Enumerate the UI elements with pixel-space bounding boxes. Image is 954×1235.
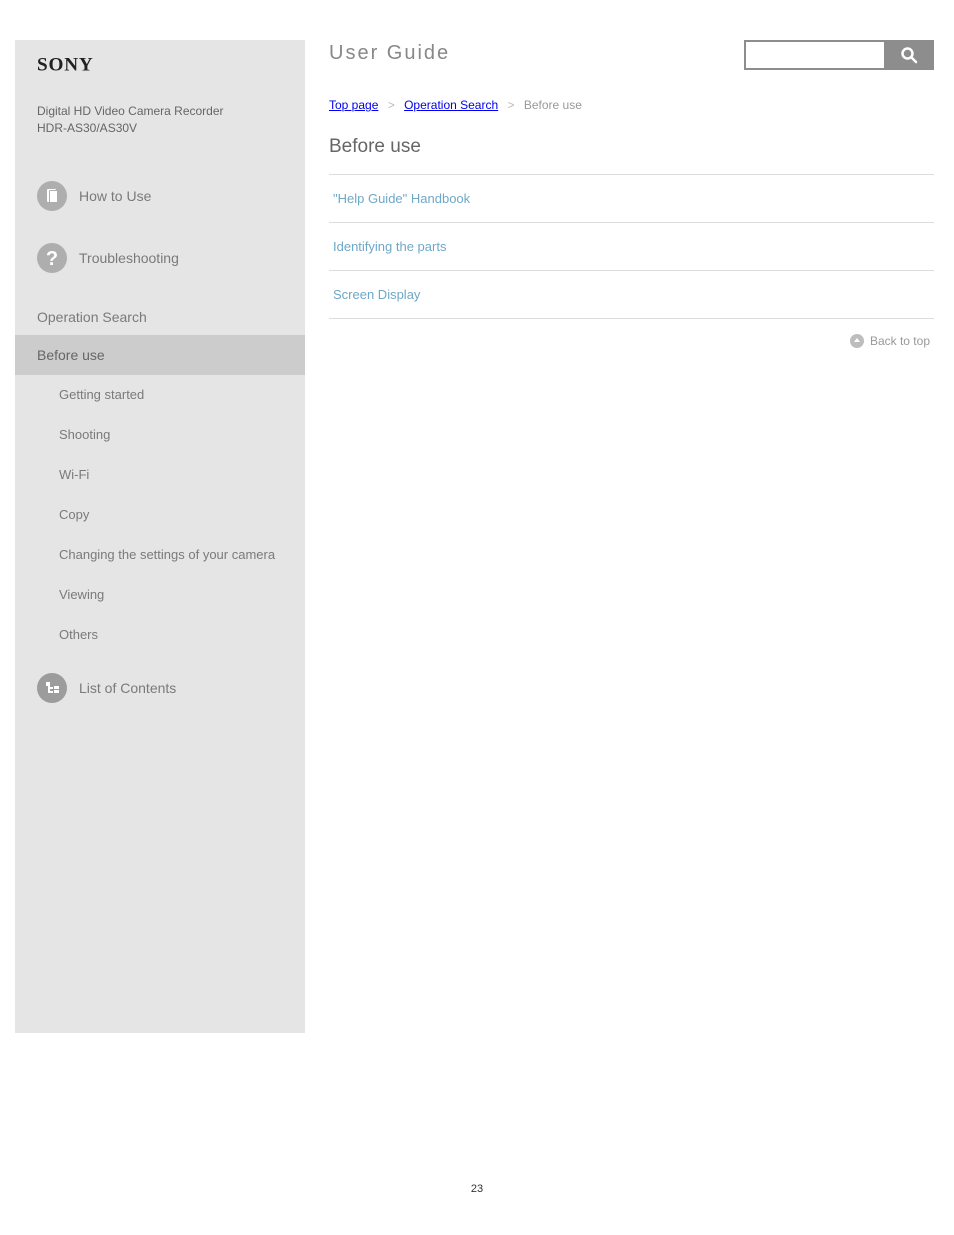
nav-how-to-use[interactable]: How to Use (15, 167, 305, 225)
nav-troubleshooting[interactable]: ? Troubleshooting (15, 225, 305, 291)
search-form (744, 40, 934, 70)
product-line-2: HDR-AS30/AS30V (37, 120, 283, 137)
page-title: Before use (329, 136, 934, 158)
nav-header-label: Operation Search (37, 309, 147, 325)
sidebar-nav: How to Use ? Troubleshooting Operation S… (15, 167, 305, 713)
search-icon (900, 46, 918, 64)
nav-getting-started[interactable]: Getting started (15, 375, 305, 415)
nav-label: Getting started (59, 387, 144, 402)
link-row: Identifying the parts (329, 223, 934, 271)
back-to-top-label: Back to top (870, 334, 930, 348)
link-row: Screen Display (329, 271, 934, 319)
nav-label: Troubleshooting (79, 250, 179, 266)
tree-icon (37, 673, 67, 703)
nav-others[interactable]: Others (15, 615, 305, 655)
breadcrumb-top[interactable]: Top page (329, 98, 378, 112)
nav-wifi[interactable]: Wi-Fi (15, 455, 305, 495)
search-input[interactable] (744, 40, 884, 70)
nav-label: List of Contents (79, 680, 176, 696)
nav-label: Viewing (59, 587, 104, 602)
nav-label: Before use (37, 347, 105, 363)
link-help-guide[interactable]: "Help Guide" Handbook (333, 191, 470, 206)
nav-label: Wi-Fi (59, 467, 89, 482)
svg-text:?: ? (46, 248, 58, 270)
link-identifying-parts[interactable]: Identifying the parts (333, 239, 446, 254)
arrow-up-icon (850, 334, 864, 348)
book-icon (37, 181, 67, 211)
nav-copy[interactable]: Copy (15, 495, 305, 535)
nav-contents[interactable]: List of Contents (15, 655, 305, 713)
back-to-top: Back to top (329, 319, 934, 348)
nav-shooting[interactable]: Shooting (15, 415, 305, 455)
nav-label: Others (59, 627, 98, 642)
breadcrumb-sep: > (508, 98, 515, 112)
product-name: Digital HD Video Camera Recorder HDR-AS3… (15, 103, 305, 137)
breadcrumb: Top page > Operation Search > Before use (329, 98, 934, 112)
nav-viewing[interactable]: Viewing (15, 575, 305, 615)
link-row: "Help Guide" Handbook (329, 175, 934, 223)
nav-label: Changing the settings of your camera (59, 547, 275, 562)
breadcrumb-operation[interactable]: Operation Search (404, 98, 498, 112)
sidebar: SONY Digital HD Video Camera Recorder HD… (15, 40, 305, 1033)
doc-title: User Guide (329, 40, 450, 65)
breadcrumb-sep: > (388, 98, 395, 112)
svg-text:SONY: SONY (37, 55, 94, 75)
nav-settings[interactable]: Changing the settings of your camera (15, 535, 305, 575)
header: User Guide (329, 40, 934, 70)
back-to-top-link[interactable]: Back to top (850, 334, 930, 348)
nav-operation-header: Operation Search (15, 291, 305, 335)
link-screen-display[interactable]: Screen Display (333, 287, 420, 302)
nav-label: How to Use (79, 188, 151, 204)
nav-before-use[interactable]: Before use (15, 335, 305, 375)
nav-label: Shooting (59, 427, 110, 442)
search-button[interactable] (884, 40, 934, 70)
page-number: 23 (0, 1183, 954, 1195)
product-line-1: Digital HD Video Camera Recorder (37, 103, 283, 120)
question-icon: ? (37, 243, 67, 273)
nav-label: Copy (59, 507, 89, 522)
breadcrumb-current: Before use (524, 98, 582, 112)
link-list: "Help Guide" Handbook Identifying the pa… (329, 174, 934, 319)
main-content: User Guide Top page > Operation Search >… (305, 40, 934, 1033)
brand-logo: SONY (37, 55, 305, 78)
